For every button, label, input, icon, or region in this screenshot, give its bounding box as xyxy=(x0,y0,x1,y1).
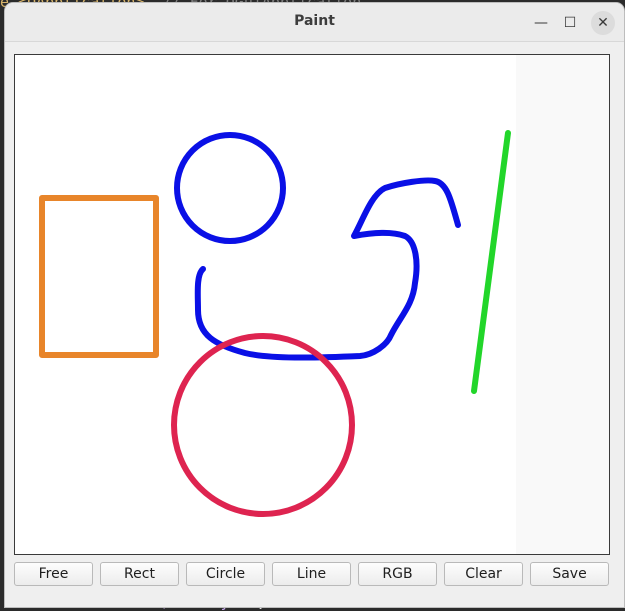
drawing-canvas[interactable] xyxy=(14,54,610,555)
line-stroke xyxy=(471,130,511,394)
tool-button-bar: Free Rect Circle Line RGB Clear Save xyxy=(14,562,614,588)
close-icon[interactable]: ✕ xyxy=(591,11,615,35)
freehand-stroke xyxy=(194,177,461,361)
free-button[interactable]: Free xyxy=(14,562,93,586)
minimize-icon[interactable]: — xyxy=(530,12,552,34)
title-bar[interactable]: Paint — ☐ ✕ xyxy=(5,3,624,42)
red-circle-stroke xyxy=(171,333,355,517)
canvas-drawing xyxy=(39,130,511,517)
rect-button[interactable]: Rect xyxy=(100,562,179,586)
rgb-button[interactable]: RGB xyxy=(358,562,437,586)
save-button[interactable]: Save xyxy=(530,562,609,586)
circle-button[interactable]: Circle xyxy=(186,562,265,586)
rectangle-stroke xyxy=(39,195,159,358)
blue-circle-stroke xyxy=(174,132,286,244)
line-button[interactable]: Line xyxy=(272,562,351,586)
clear-button[interactable]: Clear xyxy=(444,562,523,586)
maximize-icon[interactable]: ☐ xyxy=(559,12,581,34)
paint-window: Paint — ☐ ✕ Free Rect Circle Line RGB Cl… xyxy=(5,3,624,607)
